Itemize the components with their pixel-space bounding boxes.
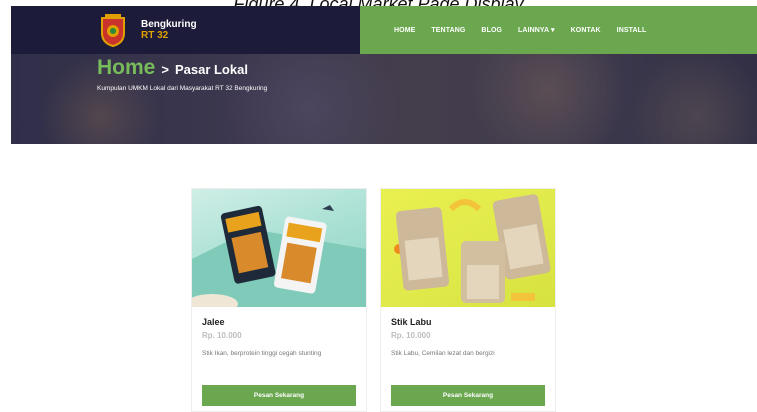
brand-subtitle: RT 32: [141, 30, 169, 41]
product-name[interactable]: Stik Labu: [391, 317, 432, 327]
menu-item-blog[interactable]: BLOG: [481, 27, 502, 34]
page-title: Pasar Lokal: [174, 62, 248, 77]
breadcrumb-separator: >: [161, 62, 169, 77]
menu-item-install[interactable]: INSTALL: [617, 27, 647, 34]
menu-item-kontak[interactable]: KONTAK: [571, 27, 601, 34]
brand[interactable]: Bengkuring RT 32: [11, 6, 360, 54]
menu-item-lainnya-dropdown[interactable]: LAINNYA ▾: [518, 26, 555, 34]
product-description: Stik Ikan, berprotein tinggi cegah stunt…: [202, 350, 322, 357]
breadcrumb: Home > Pasar Lokal: [97, 56, 248, 80]
page-subtitle: Kumpulan UMKM Lokal dari Masyarakat RT 3…: [97, 85, 268, 92]
navbar: Bengkuring RT 32 HOME TENTANG BLOG LAINN…: [11, 6, 757, 54]
order-now-button[interactable]: Pesan Sekarang: [202, 385, 356, 406]
product-name[interactable]: Jalee: [202, 317, 225, 327]
brand-text: Bengkuring RT 32: [141, 19, 197, 41]
emblem-logo-icon: [99, 13, 127, 47]
page-hero-banner: Home > Pasar Lokal Kumpulan UMKM Lokal d…: [11, 54, 757, 144]
product-image[interactable]: [192, 189, 366, 307]
main-menu: HOME TENTANG BLOG LAINNYA ▾ KONTAK INSTA…: [360, 6, 757, 54]
product-card: Stik Labu Rp. 10.000 Stik Labu, Cemilan …: [380, 188, 556, 412]
breadcrumb-home-link[interactable]: Home: [97, 56, 155, 80]
product-price: Rp. 10.000: [391, 331, 431, 340]
product-card: Jalee Rp. 10.000 Stik Ikan, berprotein t…: [191, 188, 367, 412]
menu-item-tentang[interactable]: TENTANG: [431, 27, 465, 34]
product-price: Rp. 10.000: [202, 331, 242, 340]
product-image[interactable]: [381, 189, 555, 307]
product-description: Stik Labu, Cemilan lezat dan bergizi: [391, 350, 495, 357]
menu-item-home[interactable]: HOME: [394, 27, 415, 34]
order-now-button[interactable]: Pesan Sekarang: [391, 385, 545, 406]
brand-name: Bengkuring: [141, 19, 197, 30]
